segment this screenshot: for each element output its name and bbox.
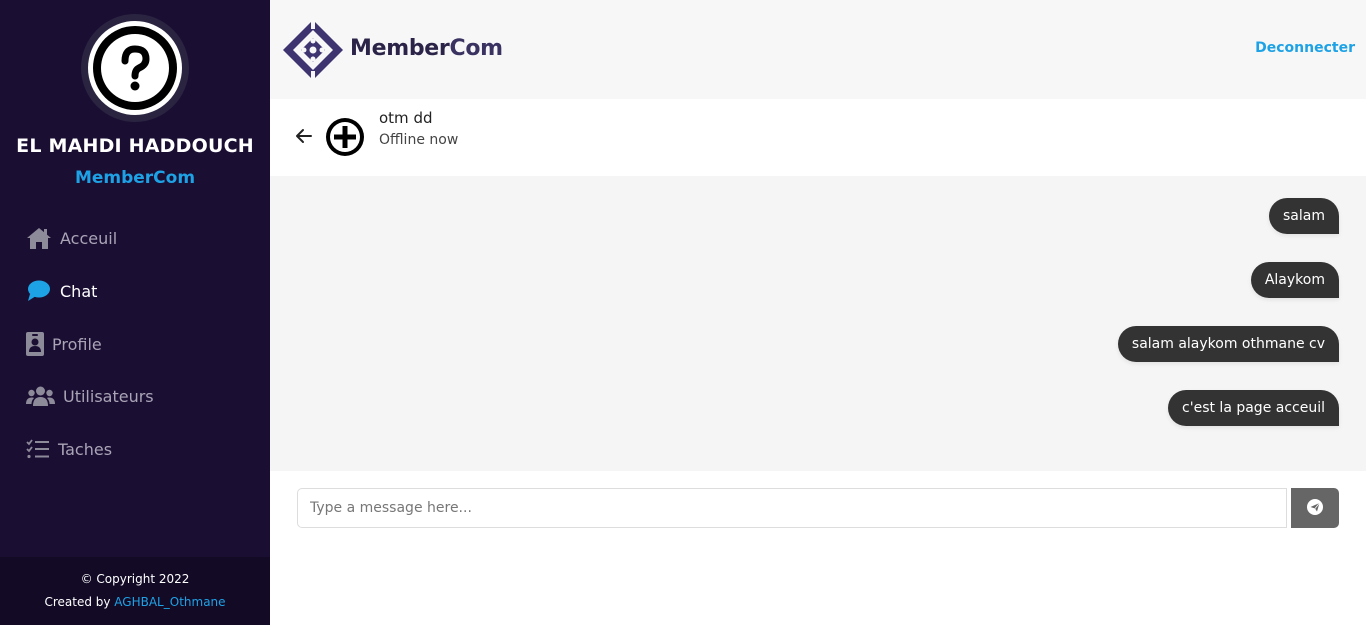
- contact-status: Offline now: [379, 132, 459, 148]
- message-composer: [270, 471, 1366, 625]
- chat-bubble-icon: [26, 278, 52, 304]
- message-bubble: c'est la page acceuil: [1168, 390, 1339, 426]
- question-mark-icon: [88, 21, 182, 115]
- message-bubble: salam alaykom othmane cv: [1117, 326, 1339, 362]
- sidebar-footer: © Copyright 2022 Created by AGHBAL_Othma…: [0, 557, 270, 625]
- paper-plane-icon: [1306, 498, 1324, 519]
- message-bubble: salam: [1269, 198, 1339, 234]
- sidebar-brand: MemberCom: [74, 168, 196, 188]
- home-icon: [26, 225, 52, 251]
- contact-name: otm dd: [379, 109, 433, 127]
- task-list-icon: [26, 436, 50, 462]
- logout-link[interactable]: Deconnecter: [1255, 40, 1355, 56]
- sidebar: EL MAHDI HADDOUCH MemberCom Acceuil Chat…: [0, 0, 270, 625]
- sidebar-item-label: Acceuil: [60, 228, 118, 248]
- sidebar-item-utilisateurs[interactable]: Utilisateurs: [26, 380, 154, 412]
- author-link[interactable]: AGHBAL_Othmane: [114, 595, 225, 609]
- logo-text-accent: Com: [449, 36, 503, 61]
- copyright-text: © Copyright 2022: [80, 572, 190, 586]
- sidebar-item-chat[interactable]: Chat: [26, 275, 97, 307]
- logo-text-main: Member: [350, 36, 450, 61]
- user-name: EL MAHDI HADDOUCH: [16, 135, 254, 157]
- send-button[interactable]: [1291, 488, 1339, 528]
- users-icon: [26, 383, 55, 409]
- created-by: Created by AGHBAL_Othmane: [0, 595, 270, 609]
- created-by-label: Created by: [44, 595, 115, 609]
- back-arrow-icon[interactable]: [295, 127, 313, 145]
- sidebar-item-label: Utilisateurs: [63, 386, 154, 406]
- sidebar-item-taches[interactable]: Taches: [26, 433, 112, 465]
- messages-area[interactable]: salam Alaykom salam alaykom othmane cv c…: [270, 176, 1366, 471]
- top-header: MemberCom Deconnecter: [270, 0, 1366, 99]
- message-input[interactable]: [297, 488, 1287, 528]
- avatar: [81, 14, 189, 122]
- sidebar-item-label: Profile: [52, 334, 102, 354]
- logo-text: MemberCom: [350, 36, 503, 61]
- contact-avatar-plus-icon: [324, 116, 366, 158]
- sidebar-item-label: Taches: [58, 439, 113, 459]
- chat-header: otm dd Offline now: [270, 99, 1366, 176]
- sidebar-item-label: Chat: [60, 281, 98, 301]
- sidebar-item-acceuil[interactable]: Acceuil: [26, 222, 117, 254]
- id-badge-icon: [26, 331, 44, 357]
- logo-icon: [282, 19, 344, 81]
- message-bubble: Alaykom: [1250, 262, 1339, 298]
- sidebar-item-profile[interactable]: Profile: [26, 328, 102, 360]
